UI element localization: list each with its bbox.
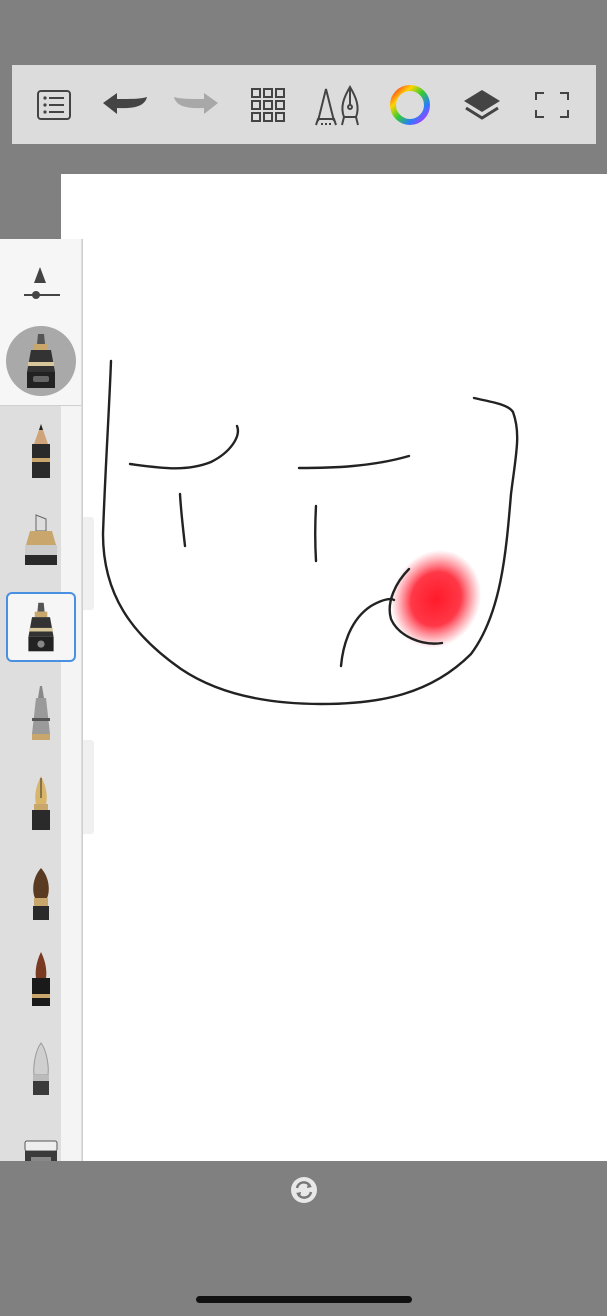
panel-drag-handle[interactable] (82, 517, 94, 610)
left-eyebrow (128, 424, 240, 470)
panel-drag-handle[interactable] (82, 740, 94, 834)
redo-icon[interactable] (170, 79, 222, 131)
paintbrush-brush-icon[interactable] (6, 859, 76, 929)
left-eye (178, 492, 187, 548)
pencil-brush-icon[interactable] (6, 417, 76, 487)
current-brush-preview[interactable] (6, 326, 76, 396)
brush-properties-box (0, 239, 81, 406)
brush-size-slider[interactable] (22, 263, 62, 303)
ink-brush-icon[interactable] (6, 946, 76, 1016)
right-eyebrow (297, 454, 411, 470)
list-icon[interactable] (28, 79, 80, 131)
brush-library-icon[interactable] (312, 79, 364, 131)
drawing-canvas[interactable] (61, 174, 607, 1161)
mouth-stroke (339, 597, 396, 668)
home-indicator (196, 1296, 412, 1303)
bottom-bar (0, 1161, 607, 1316)
brush-panel (0, 239, 83, 1177)
right-eye (314, 504, 318, 563)
fountain-pen-brush-icon[interactable] (6, 769, 76, 839)
face-outline (101, 359, 519, 706)
marker-brush-icon[interactable] (6, 506, 76, 576)
fullscreen-icon[interactable] (526, 79, 578, 131)
top-toolbar (12, 65, 596, 144)
rotate-reset-icon[interactable] (289, 1175, 319, 1205)
sketch-strokes (101, 359, 519, 706)
eraser-brush-icon[interactable] (6, 1034, 76, 1104)
grid-icon[interactable] (242, 79, 294, 131)
airbrush-brush-icon[interactable] (6, 679, 76, 749)
undo-icon[interactable] (99, 79, 151, 131)
color-wheel-icon[interactable] (384, 79, 436, 131)
layers-icon[interactable] (456, 79, 508, 131)
ballpoint-pen-brush-icon[interactable] (6, 592, 76, 662)
